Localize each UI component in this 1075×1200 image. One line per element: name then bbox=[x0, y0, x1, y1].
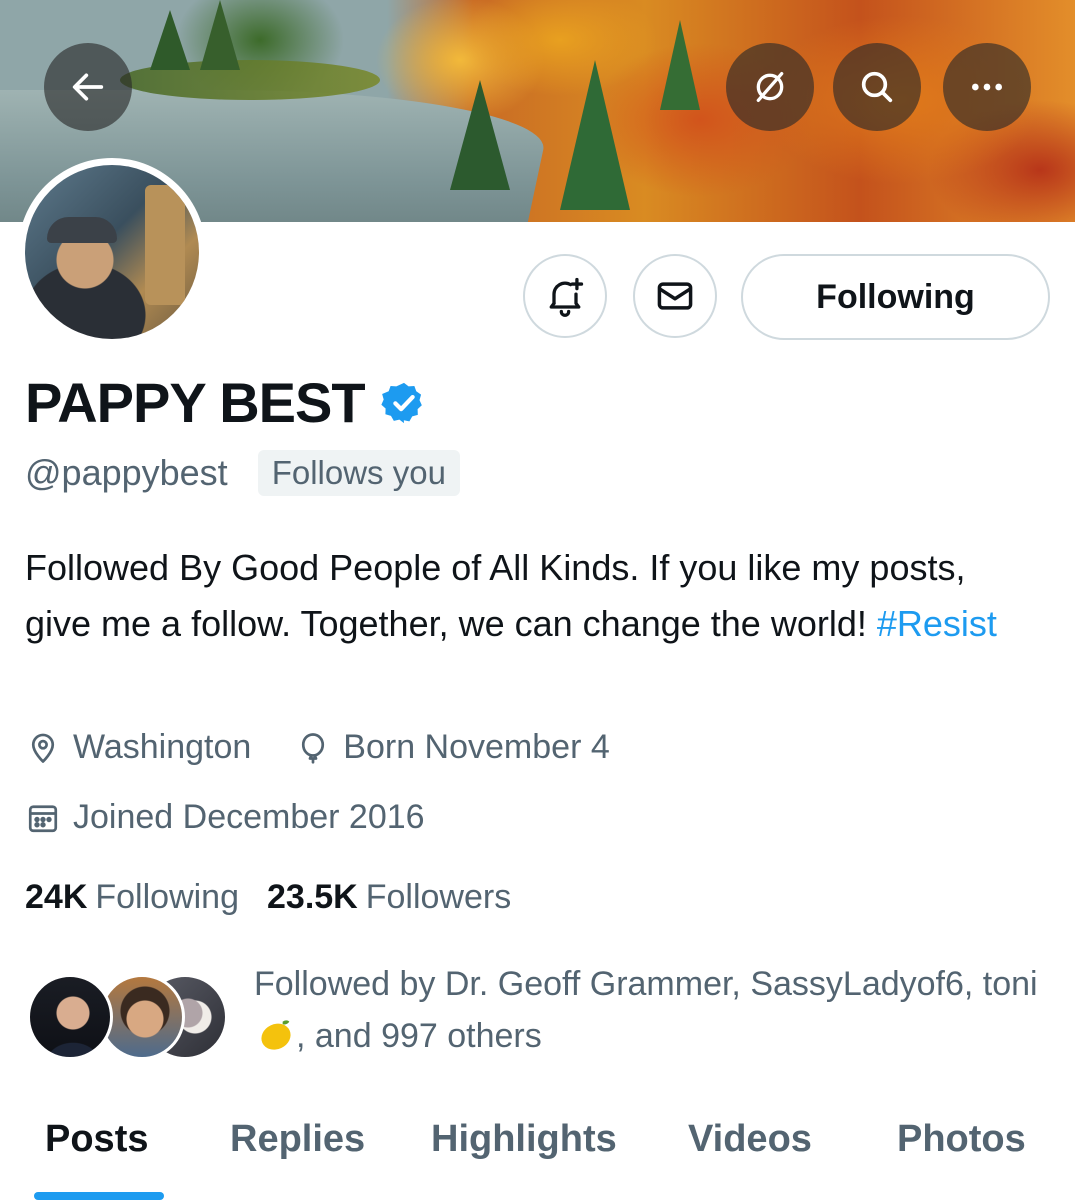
profile-bio: Followed By Good People of All Kinds. If… bbox=[25, 540, 1025, 652]
search-icon bbox=[861, 71, 893, 103]
followed-by-others: , and 997 others bbox=[296, 1017, 542, 1055]
grok-button[interactable] bbox=[726, 43, 814, 131]
location-pin-icon bbox=[31, 733, 55, 763]
banner-tree bbox=[150, 10, 190, 70]
profile-avatar[interactable] bbox=[18, 158, 206, 346]
display-name: PAPPY BEST bbox=[25, 371, 366, 434]
tab-photos[interactable]: Photos bbox=[897, 1118, 1026, 1161]
tab-videos[interactable]: Videos bbox=[688, 1118, 812, 1161]
more-button[interactable] bbox=[943, 43, 1031, 131]
bio-text: Followed By Good People of All Kinds. If… bbox=[25, 547, 966, 644]
message-button[interactable] bbox=[633, 254, 717, 338]
followers-stat-link[interactable]: 23.5K Followers bbox=[267, 878, 511, 917]
verified-badge-icon[interactable] bbox=[380, 380, 427, 426]
handle-row: @pappybest Follows you bbox=[25, 450, 460, 496]
tab-highlights[interactable]: Highlights bbox=[431, 1118, 617, 1161]
location-item: Washington bbox=[25, 728, 251, 767]
follows-you-badge: Follows you bbox=[257, 450, 460, 496]
tab-replies[interactable]: Replies bbox=[230, 1118, 365, 1161]
follow-stats: 24K Following 23.5K Followers bbox=[25, 878, 539, 917]
followers-label: Followers bbox=[365, 878, 512, 916]
bell-plus-icon bbox=[549, 277, 584, 317]
following-label: Following bbox=[95, 878, 239, 916]
profile-meta-row: Washington Born November 4 bbox=[25, 728, 654, 767]
name-row: PAPPY BEST bbox=[25, 370, 427, 435]
followed-by-text[interactable]: Followed by Dr. Geoff Grammer, SassyLady… bbox=[254, 958, 1054, 1062]
arrow-left-icon bbox=[72, 73, 104, 101]
back-button[interactable] bbox=[44, 43, 132, 131]
user-handle: @pappybest bbox=[25, 452, 228, 493]
bio-hashtag-link[interactable]: #Resist bbox=[877, 603, 997, 644]
calendar-icon bbox=[28, 804, 58, 832]
avatar-photo bbox=[25, 165, 199, 339]
slash-circle-icon bbox=[756, 72, 784, 103]
banner-tree bbox=[560, 60, 630, 210]
birthday-item: Born November 4 bbox=[295, 728, 610, 767]
following-stat-link[interactable]: 24K Following bbox=[25, 878, 239, 917]
profile-tabs: Posts Replies Highlights Videos Photos bbox=[0, 1110, 1075, 1200]
active-tab-indicator bbox=[34, 1192, 164, 1200]
banner-tree bbox=[200, 0, 240, 70]
avatar-tool-board bbox=[145, 185, 185, 305]
envelope-icon bbox=[657, 282, 693, 310]
following-count: 24K bbox=[25, 878, 88, 916]
followed-by-names: Followed by Dr. Geoff Grammer, SassyLady… bbox=[254, 965, 1038, 1003]
following-button[interactable]: Following bbox=[741, 254, 1050, 340]
search-button[interactable] bbox=[833, 43, 921, 131]
balloon-icon bbox=[302, 732, 325, 764]
location-text: Washington bbox=[73, 728, 252, 766]
birthday-text: Born November 4 bbox=[343, 728, 610, 766]
joined-item: Joined December 2016 bbox=[25, 798, 425, 837]
banner-tree bbox=[660, 20, 700, 110]
notify-button[interactable] bbox=[523, 254, 607, 338]
more-icon bbox=[972, 83, 1002, 91]
joined-text: Joined December 2016 bbox=[73, 798, 425, 836]
joined-row: Joined December 2016 bbox=[25, 798, 469, 837]
tab-posts[interactable]: Posts bbox=[45, 1118, 148, 1161]
avatar-cap bbox=[47, 217, 117, 243]
mutual-follower-avatar[interactable] bbox=[27, 974, 113, 1060]
banner-tree bbox=[450, 80, 510, 190]
lemon-emoji-icon bbox=[261, 1020, 291, 1050]
followers-count: 23.5K bbox=[267, 878, 358, 916]
